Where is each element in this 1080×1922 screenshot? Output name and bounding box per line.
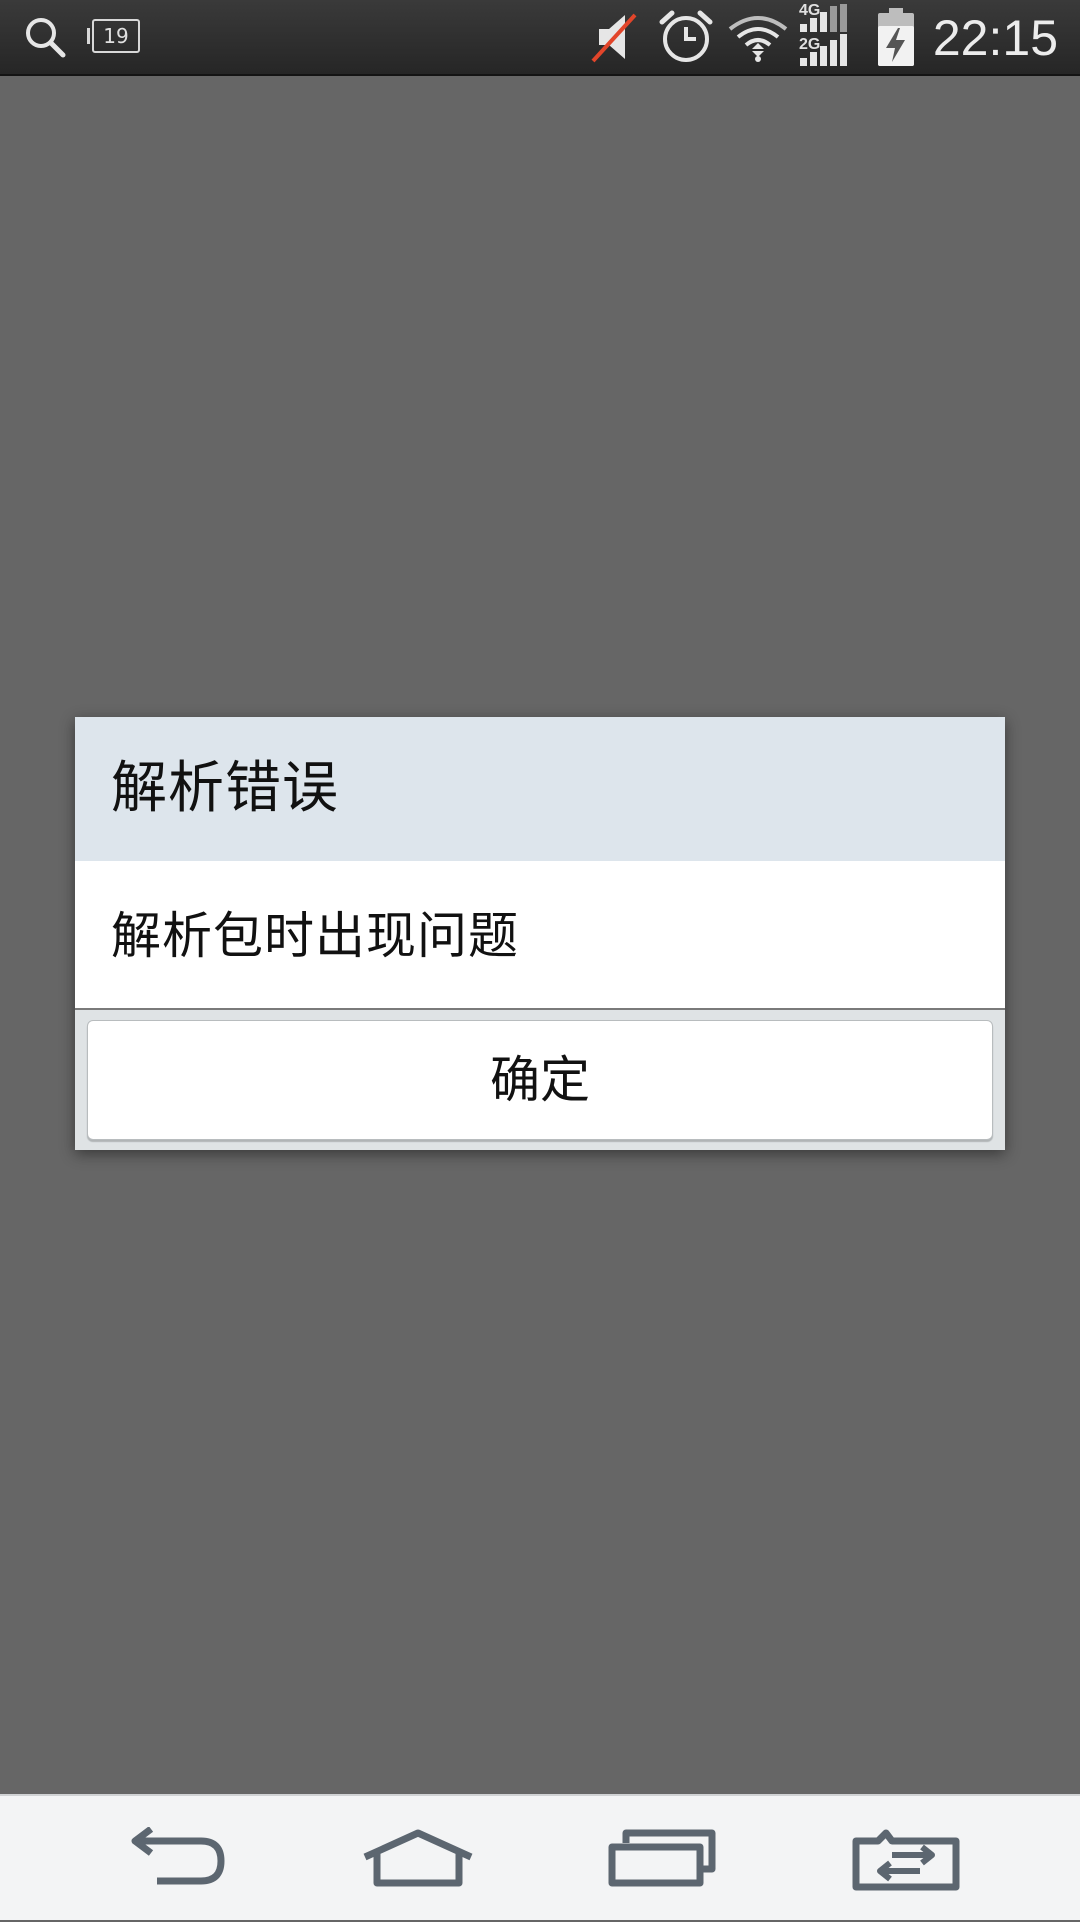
- status-bar: 19 4G 2G 22:15: [0, 0, 1080, 76]
- recents-icon: [608, 1829, 716, 1887]
- home-icon: [363, 1829, 473, 1887]
- alarm-icon: [654, 0, 718, 74]
- clock-time: 22:15: [932, 10, 1058, 66]
- back-button[interactable]: [106, 1796, 246, 1922]
- calendar-day: 19: [103, 24, 129, 48]
- dialog-message: 解析包时出现问题: [111, 907, 519, 965]
- search-icon[interactable]: [18, 0, 72, 74]
- parse-error-dialog: 解析错误 解析包时出现问题 确定: [75, 717, 1005, 1150]
- mute-icon: [586, 0, 642, 74]
- navigation-bar: [0, 1794, 1080, 1920]
- battery-charging-icon: [876, 0, 916, 74]
- dialog-footer: 确定: [75, 1008, 1005, 1150]
- home-button[interactable]: [348, 1796, 488, 1922]
- calendar-icon: 19: [87, 19, 140, 53]
- wifi-icon: [724, 0, 792, 74]
- dialog-body: 解析包时出现问题: [75, 861, 1005, 1011]
- dual-window-icon: [852, 1829, 960, 1891]
- back-icon: [131, 1827, 225, 1885]
- dialog-title: 解析错误: [111, 756, 339, 821]
- ok-button[interactable]: 确定: [87, 1020, 993, 1140]
- signal-icon: [800, 0, 860, 74]
- dual-window-button[interactable]: [836, 1796, 976, 1922]
- dialog-header: 解析错误: [75, 717, 1005, 861]
- recents-button[interactable]: [592, 1796, 732, 1922]
